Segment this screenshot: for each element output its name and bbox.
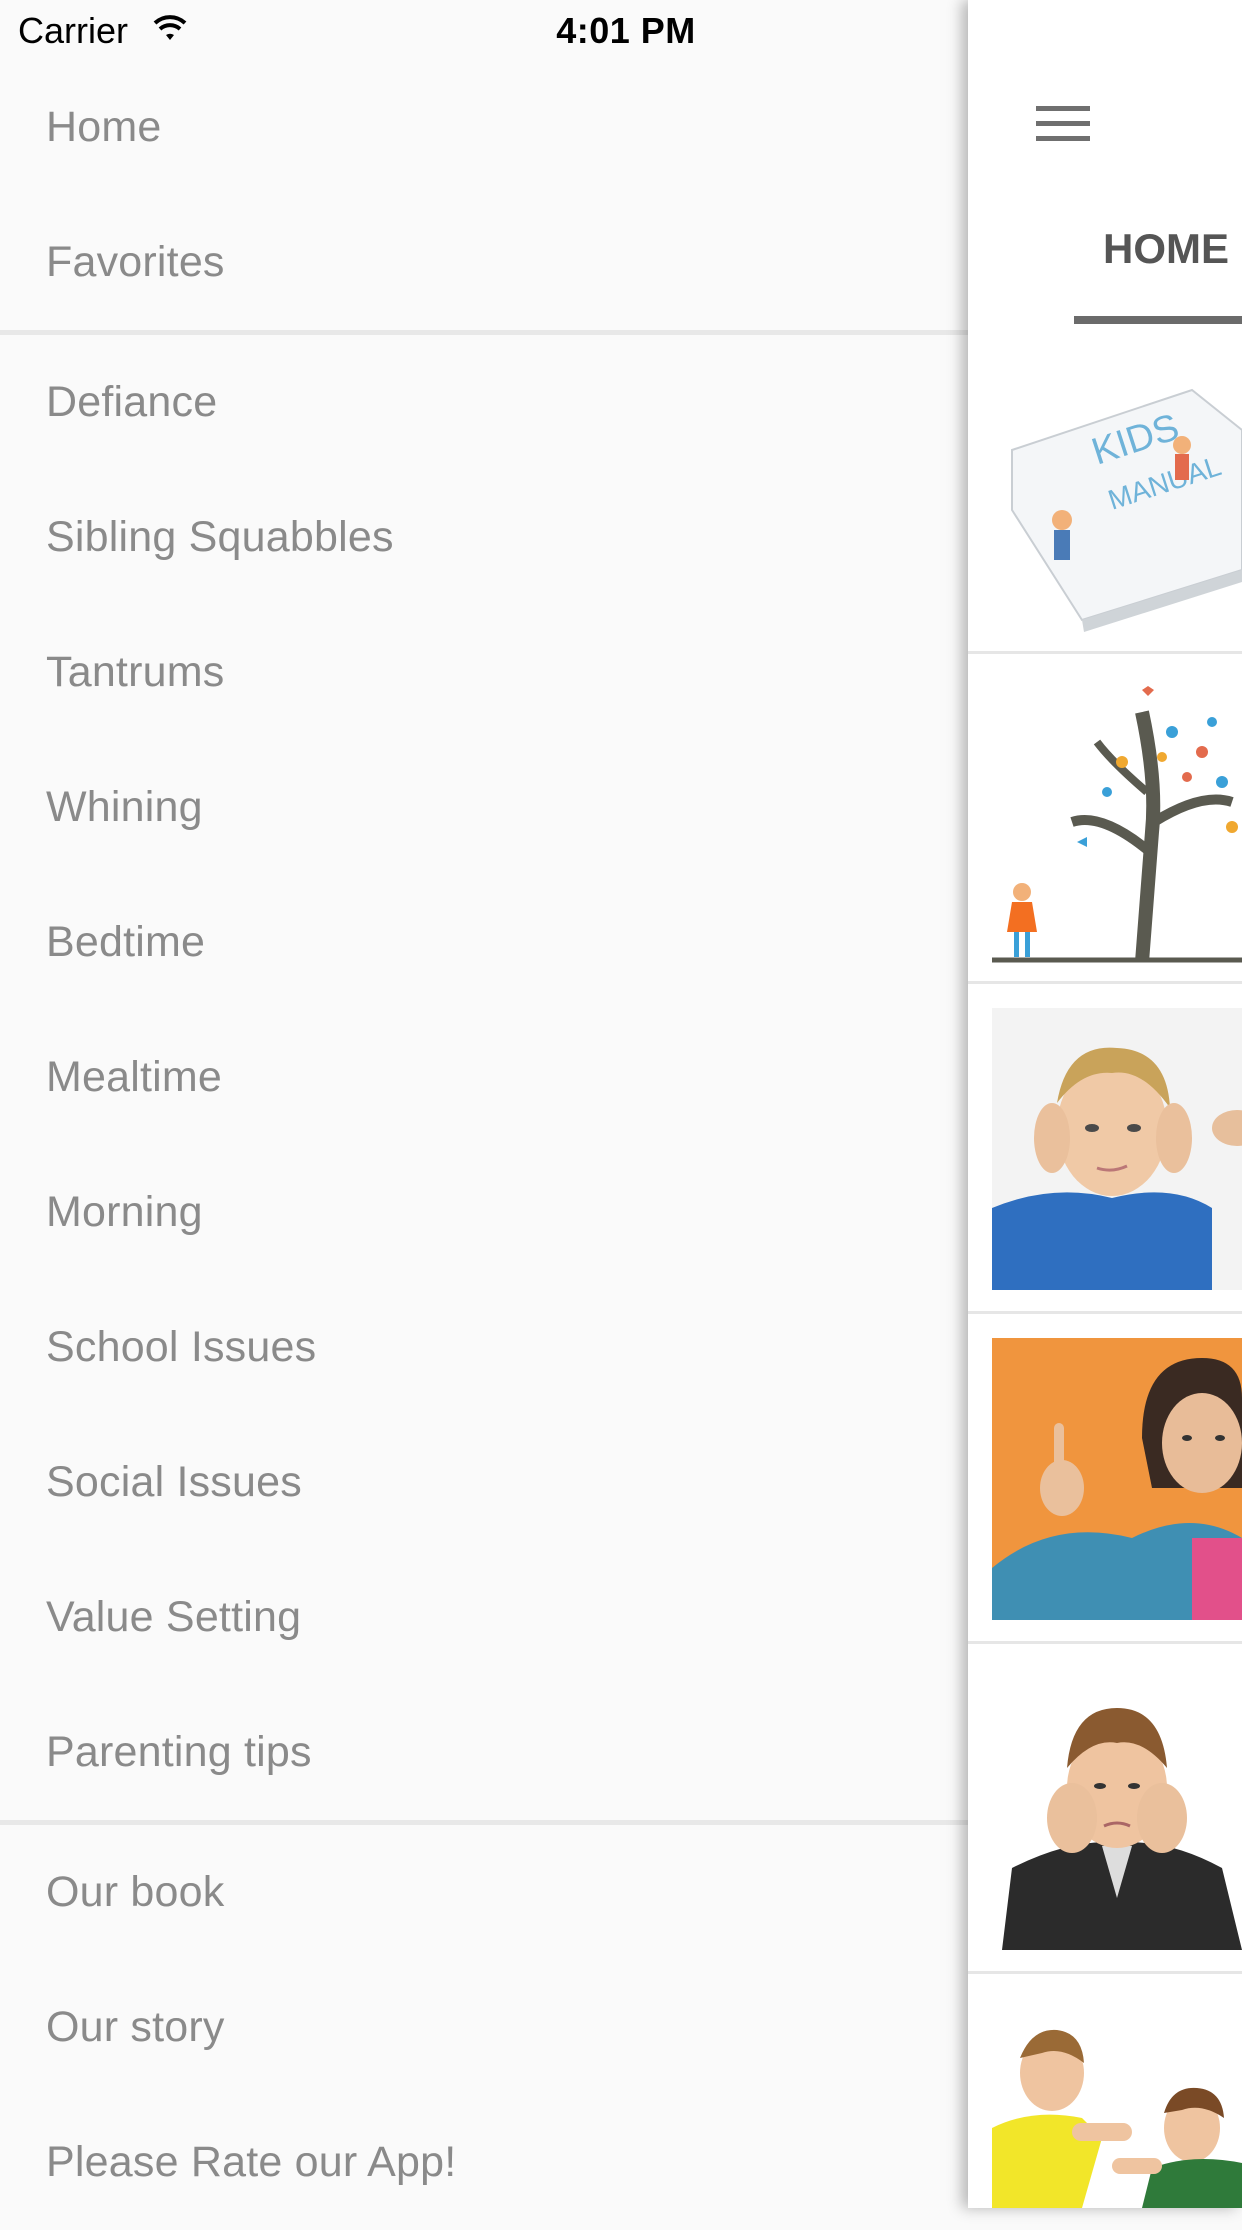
sad-boy-image bbox=[992, 1668, 1242, 1950]
girl-pointing-image bbox=[992, 1338, 1242, 1620]
content-card-covering-ears[interactable] bbox=[968, 984, 1242, 1314]
boys-fighting-image bbox=[992, 2018, 1242, 2208]
tree-illustration-image bbox=[992, 686, 1242, 963]
tab-active-indicator bbox=[1074, 316, 1242, 324]
content-card-girl[interactable] bbox=[968, 1314, 1242, 1644]
app-header: HOME bbox=[968, 0, 1242, 324]
menu-item-morning[interactable]: Morning bbox=[0, 1145, 968, 1280]
hamburger-menu-icon[interactable] bbox=[1036, 104, 1090, 144]
content-card-book[interactable]: KIDS MANUAL bbox=[968, 324, 1242, 654]
tab-home[interactable]: HOME bbox=[1103, 225, 1229, 273]
menu-item-our-story[interactable]: Our story bbox=[0, 1960, 968, 2095]
menu-item-home[interactable]: Home bbox=[0, 60, 968, 195]
menu-item-sibling-squabbles[interactable]: Sibling Squabbles bbox=[0, 470, 968, 605]
book-cover-image: KIDS MANUAL bbox=[1011, 388, 1242, 632]
content-card-sad-boy[interactable] bbox=[968, 1644, 1242, 1974]
menu-item-defiance[interactable]: Defiance bbox=[0, 335, 968, 470]
menu-item-value-setting[interactable]: Value Setting bbox=[0, 1550, 968, 1685]
menu-item-rate-app[interactable]: Please Rate our App! bbox=[0, 2095, 968, 2230]
menu-item-parenting-tips[interactable]: Parenting tips bbox=[0, 1685, 968, 1820]
boy-covering-ears-image bbox=[992, 1008, 1242, 1290]
menu-item-bedtime[interactable]: Bedtime bbox=[0, 875, 968, 1010]
main-content-panel: HOME KIDS MANUAL bbox=[968, 0, 1242, 2208]
content-card-fighting[interactable] bbox=[968, 1974, 1242, 2208]
menu-item-our-book[interactable]: Our book bbox=[0, 1825, 968, 1960]
navigation-drawer: Home Favorites Defiance Sibling Squabble… bbox=[0, 60, 968, 2208]
menu-item-tantrums[interactable]: Tantrums bbox=[0, 605, 968, 740]
menu-item-favorites[interactable]: Favorites bbox=[0, 195, 968, 330]
menu-item-whining[interactable]: Whining bbox=[0, 740, 968, 875]
menu-item-social-issues[interactable]: Social Issues bbox=[0, 1415, 968, 1550]
menu-item-mealtime[interactable]: Mealtime bbox=[0, 1010, 968, 1145]
menu-item-school-issues[interactable]: School Issues bbox=[0, 1280, 968, 1415]
content-card-tree[interactable] bbox=[968, 654, 1242, 984]
